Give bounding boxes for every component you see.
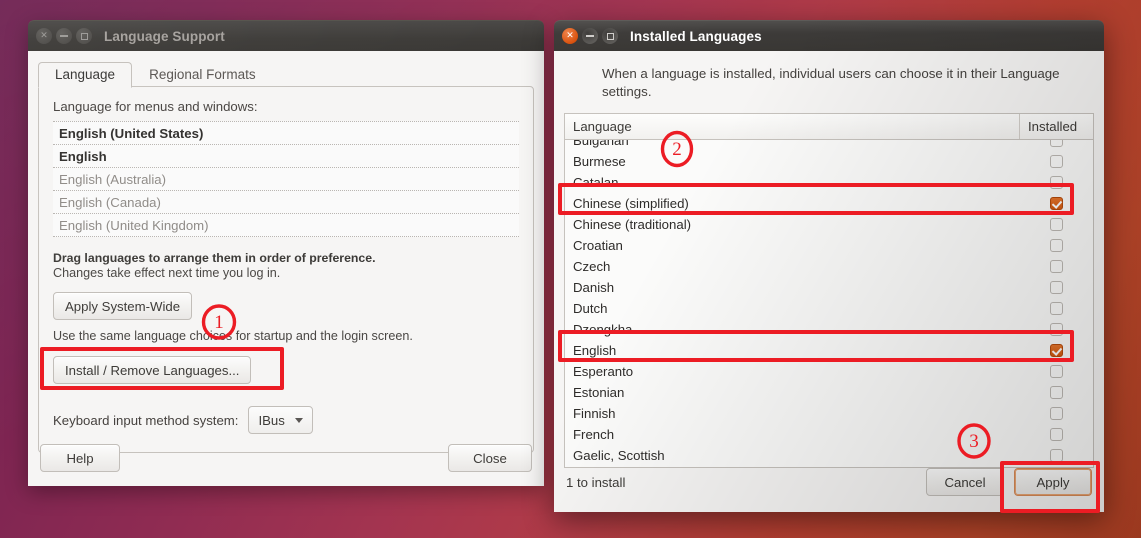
language-name: Finnish — [573, 405, 616, 421]
table-row[interactable]: Finnish — [565, 403, 1093, 424]
installed-checkbox[interactable] — [1049, 217, 1063, 231]
language-name: French — [573, 426, 615, 442]
system-wide-hint: Use the same language choices for startu… — [53, 329, 413, 343]
installed-checkbox[interactable] — [1049, 343, 1063, 357]
input-method-value: IBus — [258, 412, 285, 428]
chinese-simplified-row[interactable]: Chinese (simplified) — [565, 193, 1093, 214]
table-row[interactable]: Danish — [565, 277, 1093, 298]
language-support-titlebar[interactable]: ✕ Language Support — [28, 20, 544, 51]
table-row[interactable]: Czech — [565, 256, 1093, 277]
language-name: Catalan — [573, 174, 619, 190]
column-header-language[interactable]: Language — [565, 114, 1019, 139]
language-window-action-bar: Help Close — [28, 430, 544, 486]
installed-checkbox[interactable] — [1049, 139, 1063, 147]
apply-button[interactable]: Apply — [1014, 468, 1092, 496]
status-text: 1 to install — [566, 474, 626, 490]
installed-checkbox[interactable] — [1049, 196, 1063, 210]
intro-text: When a language is installed, individual… — [602, 66, 1060, 99]
apply-system-wide-button[interactable]: Apply System-Wide — [53, 292, 193, 320]
installed-window-action-bar: 1 to install Cancel Apply — [554, 452, 1104, 512]
table-row[interactable]: Dutch — [565, 298, 1093, 319]
language-name: Dzongkha — [573, 321, 633, 337]
installed-checkbox[interactable] — [1049, 427, 1063, 441]
language-name: Estonian — [573, 384, 625, 400]
language-name: English — [573, 342, 617, 358]
installed-checkbox[interactable] — [1049, 406, 1063, 420]
install-remove-languages-button[interactable]: Install / Remove Languages... — [53, 356, 252, 384]
close-button[interactable]: Close — [448, 444, 532, 472]
installed-checkbox[interactable] — [1049, 154, 1063, 168]
table-row[interactable]: Burmese — [565, 151, 1093, 172]
table-row[interactable]: Esperanto — [565, 361, 1093, 382]
list-item[interactable]: English (Canada) — [53, 191, 519, 214]
installed-checkbox[interactable] — [1049, 175, 1063, 189]
table-row[interactable]: Catalan — [565, 172, 1093, 193]
table-row-clipped[interactable]: Bulgarian — [565, 139, 1093, 151]
language-name: Dutch — [573, 300, 608, 316]
language-name: Chinese (simplified) — [573, 195, 689, 211]
list-item[interactable]: English (United Kingdom) — [53, 214, 519, 237]
tab-strip[interactable]: Language Regional Formats — [38, 61, 534, 88]
table-row[interactable]: Estonian — [565, 382, 1093, 403]
tab-regional-formats[interactable]: Regional Formats — [132, 62, 273, 88]
language-preference-list[interactable]: English (United States) English English … — [53, 121, 519, 237]
help-button[interactable]: Help — [40, 444, 120, 472]
language-name: Chinese (traditional) — [573, 216, 692, 232]
chevron-down-icon — [294, 417, 303, 423]
language-name: Bulgarian — [573, 139, 629, 148]
drag-hint-bold: Drag languages to arrange them in order … — [53, 251, 376, 265]
close-icon[interactable]: ✕ — [36, 28, 52, 44]
language-name: Czech — [573, 258, 611, 274]
language-support-window[interactable]: ✕ Language Support Language Regional For… — [28, 20, 544, 486]
table-row[interactable]: French — [565, 424, 1093, 445]
language-name: English — [59, 148, 107, 164]
installed-checkbox[interactable] — [1049, 280, 1063, 294]
cancel-button[interactable]: Cancel — [926, 468, 1004, 496]
list-item[interactable]: English (United States) — [53, 122, 519, 145]
installed-checkbox[interactable] — [1049, 259, 1063, 273]
table-header[interactable]: Language Installed — [565, 113, 1093, 140]
input-method-label: Keyboard input method system: — [53, 412, 239, 428]
window-title: Installed Languages — [630, 28, 762, 44]
table-row[interactable]: Chinese (traditional) — [565, 214, 1093, 235]
minimize-icon[interactable] — [56, 28, 72, 44]
list-item[interactable]: English — [53, 145, 519, 168]
table-row[interactable]: Croatian — [565, 235, 1093, 256]
language-name: English (Canada) — [59, 194, 161, 210]
dialog-buttons: Cancel Apply — [926, 468, 1092, 496]
maximize-icon[interactable] — [602, 28, 618, 44]
installed-languages-titlebar[interactable]: ✕ Installed Languages — [554, 20, 1104, 51]
window-title: Language Support — [104, 28, 225, 44]
language-name: Burmese — [573, 153, 626, 169]
language-name: Croatian — [573, 237, 623, 253]
installed-checkbox[interactable] — [1049, 238, 1063, 252]
installed-checkbox[interactable] — [1049, 301, 1063, 315]
language-name: English (United Kingdom) — [59, 217, 209, 233]
table-row[interactable]: Dzongkha — [565, 319, 1093, 340]
language-list-label: Language for menus and windows: — [53, 99, 258, 114]
minimize-icon[interactable] — [582, 28, 598, 44]
language-tab-panel: Language for menus and windows: English … — [38, 86, 534, 453]
language-support-body: Language Regional Formats Language for m… — [28, 51, 544, 486]
installed-languages-window[interactable]: ✕ Installed Languages When a language is… — [554, 20, 1104, 512]
close-icon[interactable]: ✕ — [562, 28, 578, 44]
installed-checkbox[interactable] — [1049, 322, 1063, 336]
drag-hint: Changes take effect next time you log in… — [53, 266, 281, 280]
language-name: Esperanto — [573, 363, 634, 379]
installed-languages-table[interactable]: Language Installed Bulgarian Burmese Cat… — [564, 112, 1094, 468]
language-name: Danish — [573, 279, 615, 295]
tab-language[interactable]: Language — [38, 62, 133, 88]
maximize-icon[interactable] — [76, 28, 92, 44]
column-header-installed[interactable]: Installed — [1019, 113, 1093, 139]
installed-languages-body: When a language is installed, individual… — [554, 51, 1104, 512]
window-controls[interactable]: ✕ — [36, 28, 92, 44]
language-name: English (United States) — [59, 125, 204, 141]
installed-checkbox[interactable] — [1049, 364, 1063, 378]
list-item[interactable]: English (Australia) — [53, 168, 519, 191]
english-row[interactable]: English — [565, 340, 1093, 361]
installed-checkbox[interactable] — [1049, 385, 1063, 399]
language-name: English (Australia) — [59, 171, 167, 187]
window-controls[interactable]: ✕ — [562, 28, 618, 44]
